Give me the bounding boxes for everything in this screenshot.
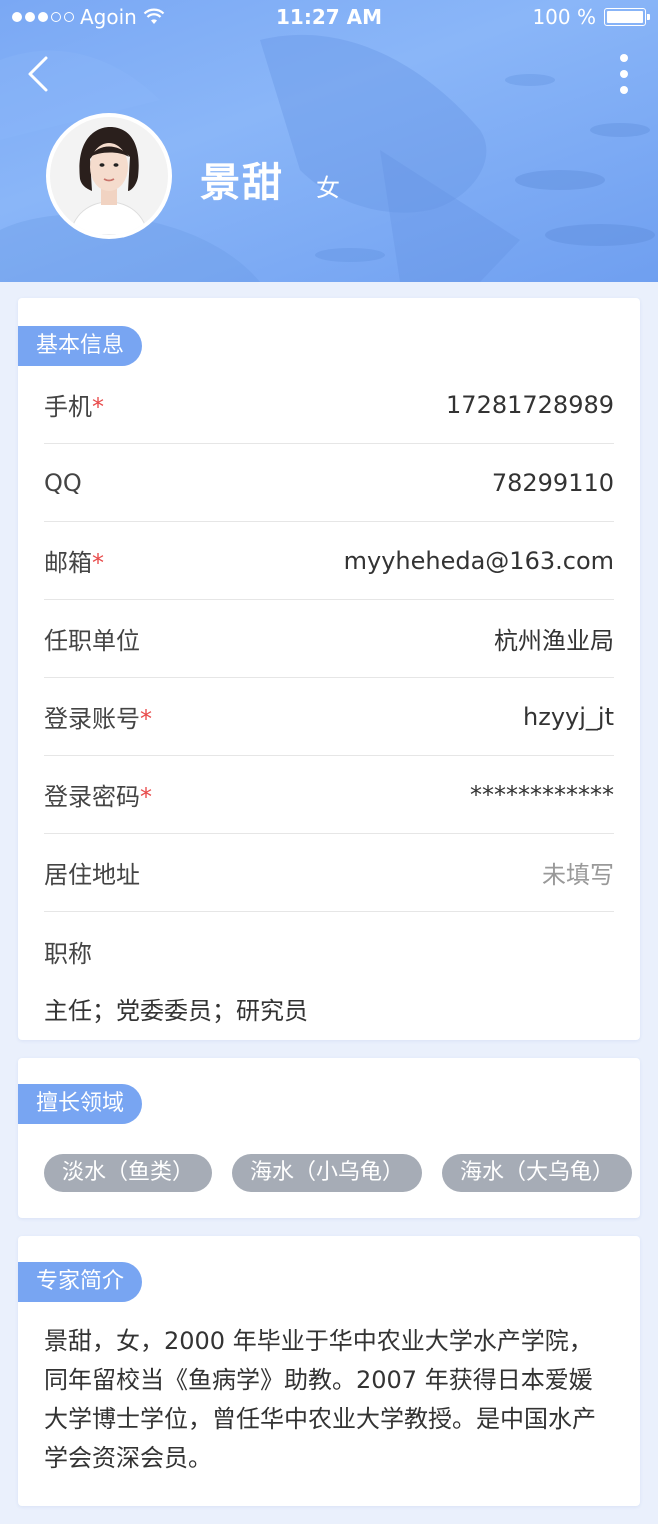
employer-row[interactable]: 任职单位 杭州渔业局: [44, 600, 614, 678]
expertise-chips: 淡水（鱼类） 海水（小乌龟） 海水（大乌龟）: [44, 1154, 633, 1192]
account-value: hzyyj_jt: [523, 702, 614, 731]
intro-card: 专家简介 景甜，女，2000 年毕业于华中农业大学水产学院，同年留校当《鱼病学》…: [18, 1236, 640, 1506]
account-row[interactable]: 登录账号* hzyyj_jt: [44, 678, 614, 756]
status-bar: Agoin 11:27 AM 100 %: [0, 0, 658, 34]
expertise-tag: 擅长领域: [18, 1084, 143, 1124]
password-label: 登录密码*: [44, 783, 152, 811]
user-name: 景甜: [200, 160, 284, 206]
email-label: 邮箱*: [44, 549, 104, 577]
status-right: 100 %: [532, 5, 650, 29]
user-gender: 女: [316, 174, 340, 202]
intro-text: 景甜，女，2000 年毕业于华中农业大学水产学院，同年留校当《鱼病学》助教。20…: [44, 1327, 596, 1472]
phone-value: 17281728989: [446, 390, 614, 419]
avatar-photo-icon: [50, 117, 168, 235]
employer-value: 杭州渔业局: [494, 627, 614, 655]
avatar[interactable]: [46, 113, 172, 239]
expertise-card: 擅长领域 淡水（鱼类） 海水（小乌龟） 海水（大乌龟）: [18, 1058, 640, 1218]
required-mark: *: [140, 705, 152, 733]
account-label: 登录账号*: [44, 705, 152, 733]
address-value: 未填写: [542, 861, 614, 889]
expertise-chip[interactable]: 海水（大乌龟）: [442, 1154, 633, 1192]
qq-label: QQ: [44, 468, 82, 497]
profile-header: Agoin 11:27 AM 100 % 景甜 女: [0, 0, 658, 282]
back-button[interactable]: [22, 52, 62, 96]
required-mark: *: [92, 393, 104, 421]
job-title-value: 主任；党委委员；研究员: [44, 997, 308, 1025]
basic-info-card: 基本信息 手机* 17281728989 QQ 78299110 邮箱* myy…: [18, 298, 640, 1040]
expertise-chip[interactable]: 淡水（鱼类）: [44, 1154, 213, 1192]
password-value: ************: [470, 780, 614, 809]
required-mark: *: [140, 783, 152, 811]
job-title-label: 职称: [44, 940, 92, 968]
qq-value: 78299110: [491, 468, 614, 497]
phone-row[interactable]: 手机* 17281728989: [44, 366, 614, 444]
battery-percent: 100 %: [532, 5, 596, 29]
employer-label: 任职单位: [44, 627, 140, 655]
address-row[interactable]: 居住地址 未填写: [44, 834, 614, 912]
required-mark: *: [92, 549, 104, 577]
intro-tag: 专家简介: [18, 1262, 143, 1302]
expertise-chip[interactable]: 海水（小乌龟）: [232, 1154, 423, 1192]
phone-label: 手机*: [44, 393, 104, 421]
more-vertical-icon[interactable]: [616, 52, 632, 96]
job-title-block[interactable]: 职称 主任；党委委员；研究员: [44, 934, 614, 1026]
battery-icon: [604, 8, 650, 26]
back-arrow-icon: [28, 56, 48, 92]
basic-info-tag: 基本信息: [18, 326, 143, 366]
email-value: myyheheda@163.com: [343, 546, 614, 575]
address-label: 居住地址: [44, 861, 140, 889]
email-row[interactable]: 邮箱* myyheheda@163.com: [44, 522, 614, 600]
password-row[interactable]: 登录密码* ************: [44, 756, 614, 834]
qq-row[interactable]: QQ 78299110: [44, 444, 614, 522]
